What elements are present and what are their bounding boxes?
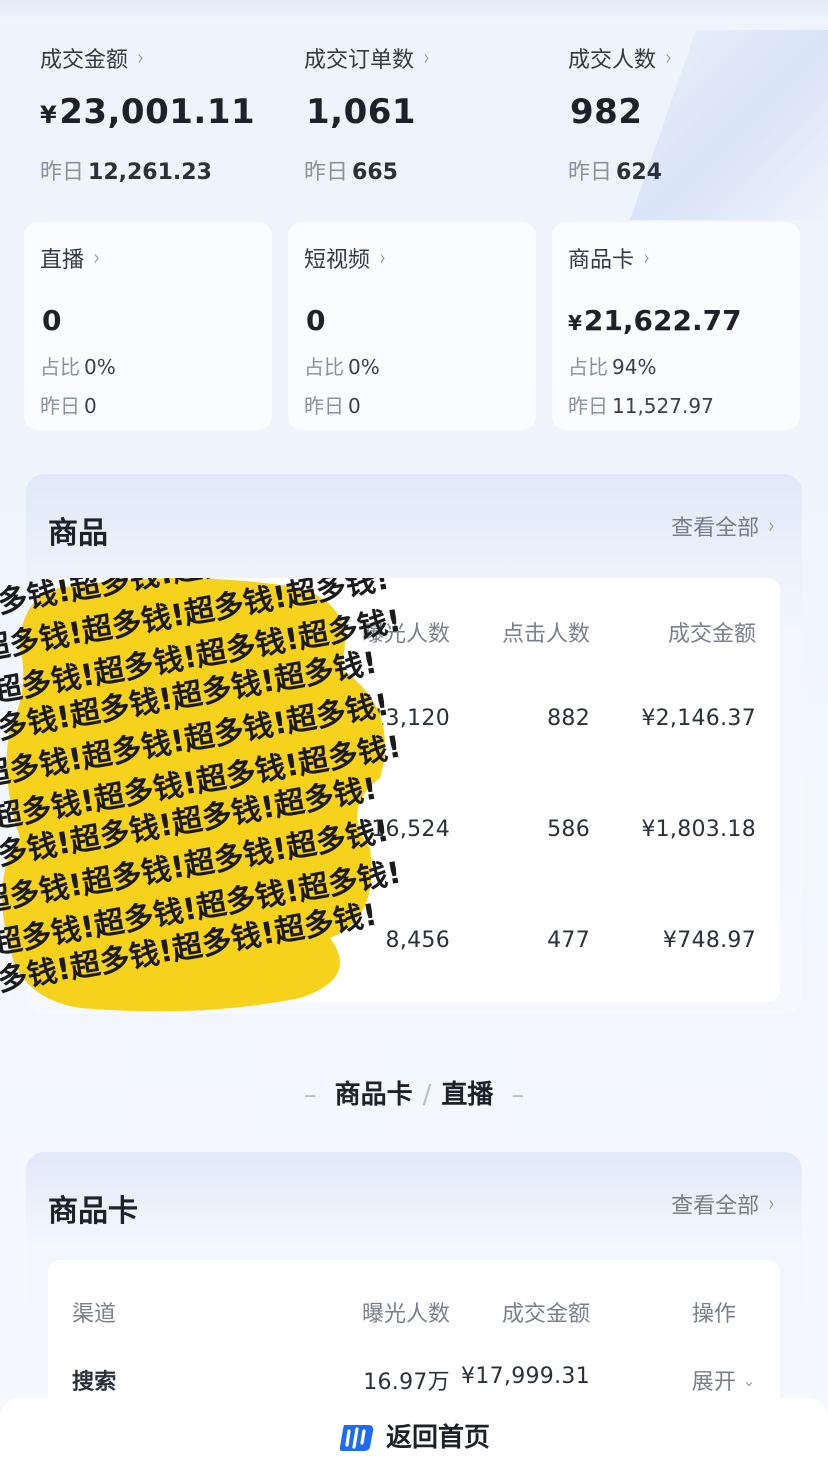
metric-orders[interactable]: 成交订单数 › 1,061 昨日 665 <box>304 42 554 186</box>
column-header: 渠道 <box>72 1302 117 1327</box>
column-header: 曝光人数 <box>361 1302 450 1327</box>
source-share: 占比 0% <box>40 355 116 379</box>
divider-right: 直播 <box>441 1080 494 1110</box>
cell-clicks: 586 <box>547 817 590 842</box>
metric-value: 982 <box>570 92 643 132</box>
source-share: 占比 94% <box>568 355 657 379</box>
column-header: 成交金额 <box>667 622 756 647</box>
chevron-right-icon: › <box>768 513 775 539</box>
doudian-logo-icon <box>339 1424 374 1451</box>
source-card-live[interactable]: 直播 › 0 占比 0% 昨日 0 <box>24 222 272 430</box>
chevron-right-icon: › <box>379 245 386 271</box>
back-home-label: 返回首页 <box>385 1423 490 1453</box>
source-label: 直播 › <box>40 245 100 274</box>
source-card-product-card[interactable]: 商品卡 › ¥21,622.77 占比 94% 昨日 11,527.97 <box>552 222 800 430</box>
section-divider: – 商品卡 / 直播 – <box>0 1074 828 1111</box>
metric-yesterday: 昨日 665 <box>304 160 398 185</box>
source-card-short-video[interactable]: 短视频 › 0 占比 0% 昨日 0 <box>288 222 536 430</box>
expand-button[interactable]: 展开 ⌄ <box>692 1364 756 1396</box>
chevron-right-icon: › <box>665 45 672 71</box>
censor-sticker: 超多钱!超多钱!超多钱!超多钱!超多钱!超多钱!超多钱!超多钱!超多钱!超多钱!… <box>0 578 400 1012</box>
source-yesterday: 昨日 0 <box>304 394 361 418</box>
metric-value: 1,061 <box>306 92 417 132</box>
column-header: 操作 <box>691 1302 736 1327</box>
metric-yesterday: 昨日 12,261.23 <box>40 160 212 185</box>
cell-clicks: 882 <box>547 706 590 731</box>
panel-title: 商品卡 <box>48 1194 138 1229</box>
metric-gmv[interactable]: 成交金额 › ¥23,001.11 昨日 12,261.23 <box>40 42 290 186</box>
source-label: 商品卡 › <box>568 245 650 274</box>
chevron-right-icon: › <box>423 45 430 71</box>
divider-dash: – <box>303 1080 317 1110</box>
back-home-bar[interactable]: 返回首页 <box>0 1398 828 1473</box>
metric-value: ¥23,001.11 <box>40 92 256 132</box>
source-value: 0 <box>42 304 62 337</box>
view-all-link[interactable]: 查看全部 › <box>671 1188 776 1220</box>
cell-clicks: 477 <box>547 928 590 953</box>
chevron-right-icon: › <box>93 245 100 271</box>
cell-channel: 搜索 <box>72 1370 117 1395</box>
chevron-right-icon: › <box>768 1191 775 1217</box>
source-label: 短视频 › <box>304 245 386 274</box>
top-fade <box>0 0 828 20</box>
metric-buyers[interactable]: 成交人数 › 982 昨日 624 <box>568 42 818 186</box>
source-yesterday: 昨日 11,527.97 <box>568 394 714 418</box>
chevron-right-icon: › <box>137 45 144 71</box>
metric-label: 成交订单数 › <box>304 45 430 74</box>
column-header: 点击人数 <box>501 622 590 647</box>
metric-label: 成交金额 › <box>40 45 144 74</box>
cell-amount: ¥1,803.18 <box>641 817 756 842</box>
source-value: 0 <box>306 304 326 337</box>
divider-separator: / <box>422 1080 432 1110</box>
cell-amount: ¥17,999.31 <box>461 1364 590 1389</box>
source-value: ¥21,622.77 <box>568 304 742 337</box>
column-header: 成交金额 <box>501 1302 590 1327</box>
panel-title: 商品 <box>48 516 108 551</box>
source-share: 占比 0% <box>304 355 380 379</box>
view-all-link[interactable]: 查看全部 › <box>671 510 776 542</box>
metric-yesterday: 昨日 624 <box>568 160 662 185</box>
cell-amount: ¥748.97 <box>662 928 756 953</box>
divider-left: 商品卡 <box>334 1080 413 1110</box>
chevron-down-icon: ⌄ <box>742 1370 756 1390</box>
divider-dash: – <box>511 1080 525 1110</box>
cell-amount: ¥2,146.37 <box>641 706 756 731</box>
metric-label: 成交人数 › <box>568 45 672 74</box>
source-yesterday: 昨日 0 <box>40 394 97 418</box>
chevron-right-icon: › <box>643 245 650 271</box>
summary-metrics: 成交金额 › ¥23,001.11 昨日 12,261.23 成交订单数 › 1,06… <box>40 42 800 202</box>
cell-exposure: 16.97万 <box>363 1370 450 1395</box>
